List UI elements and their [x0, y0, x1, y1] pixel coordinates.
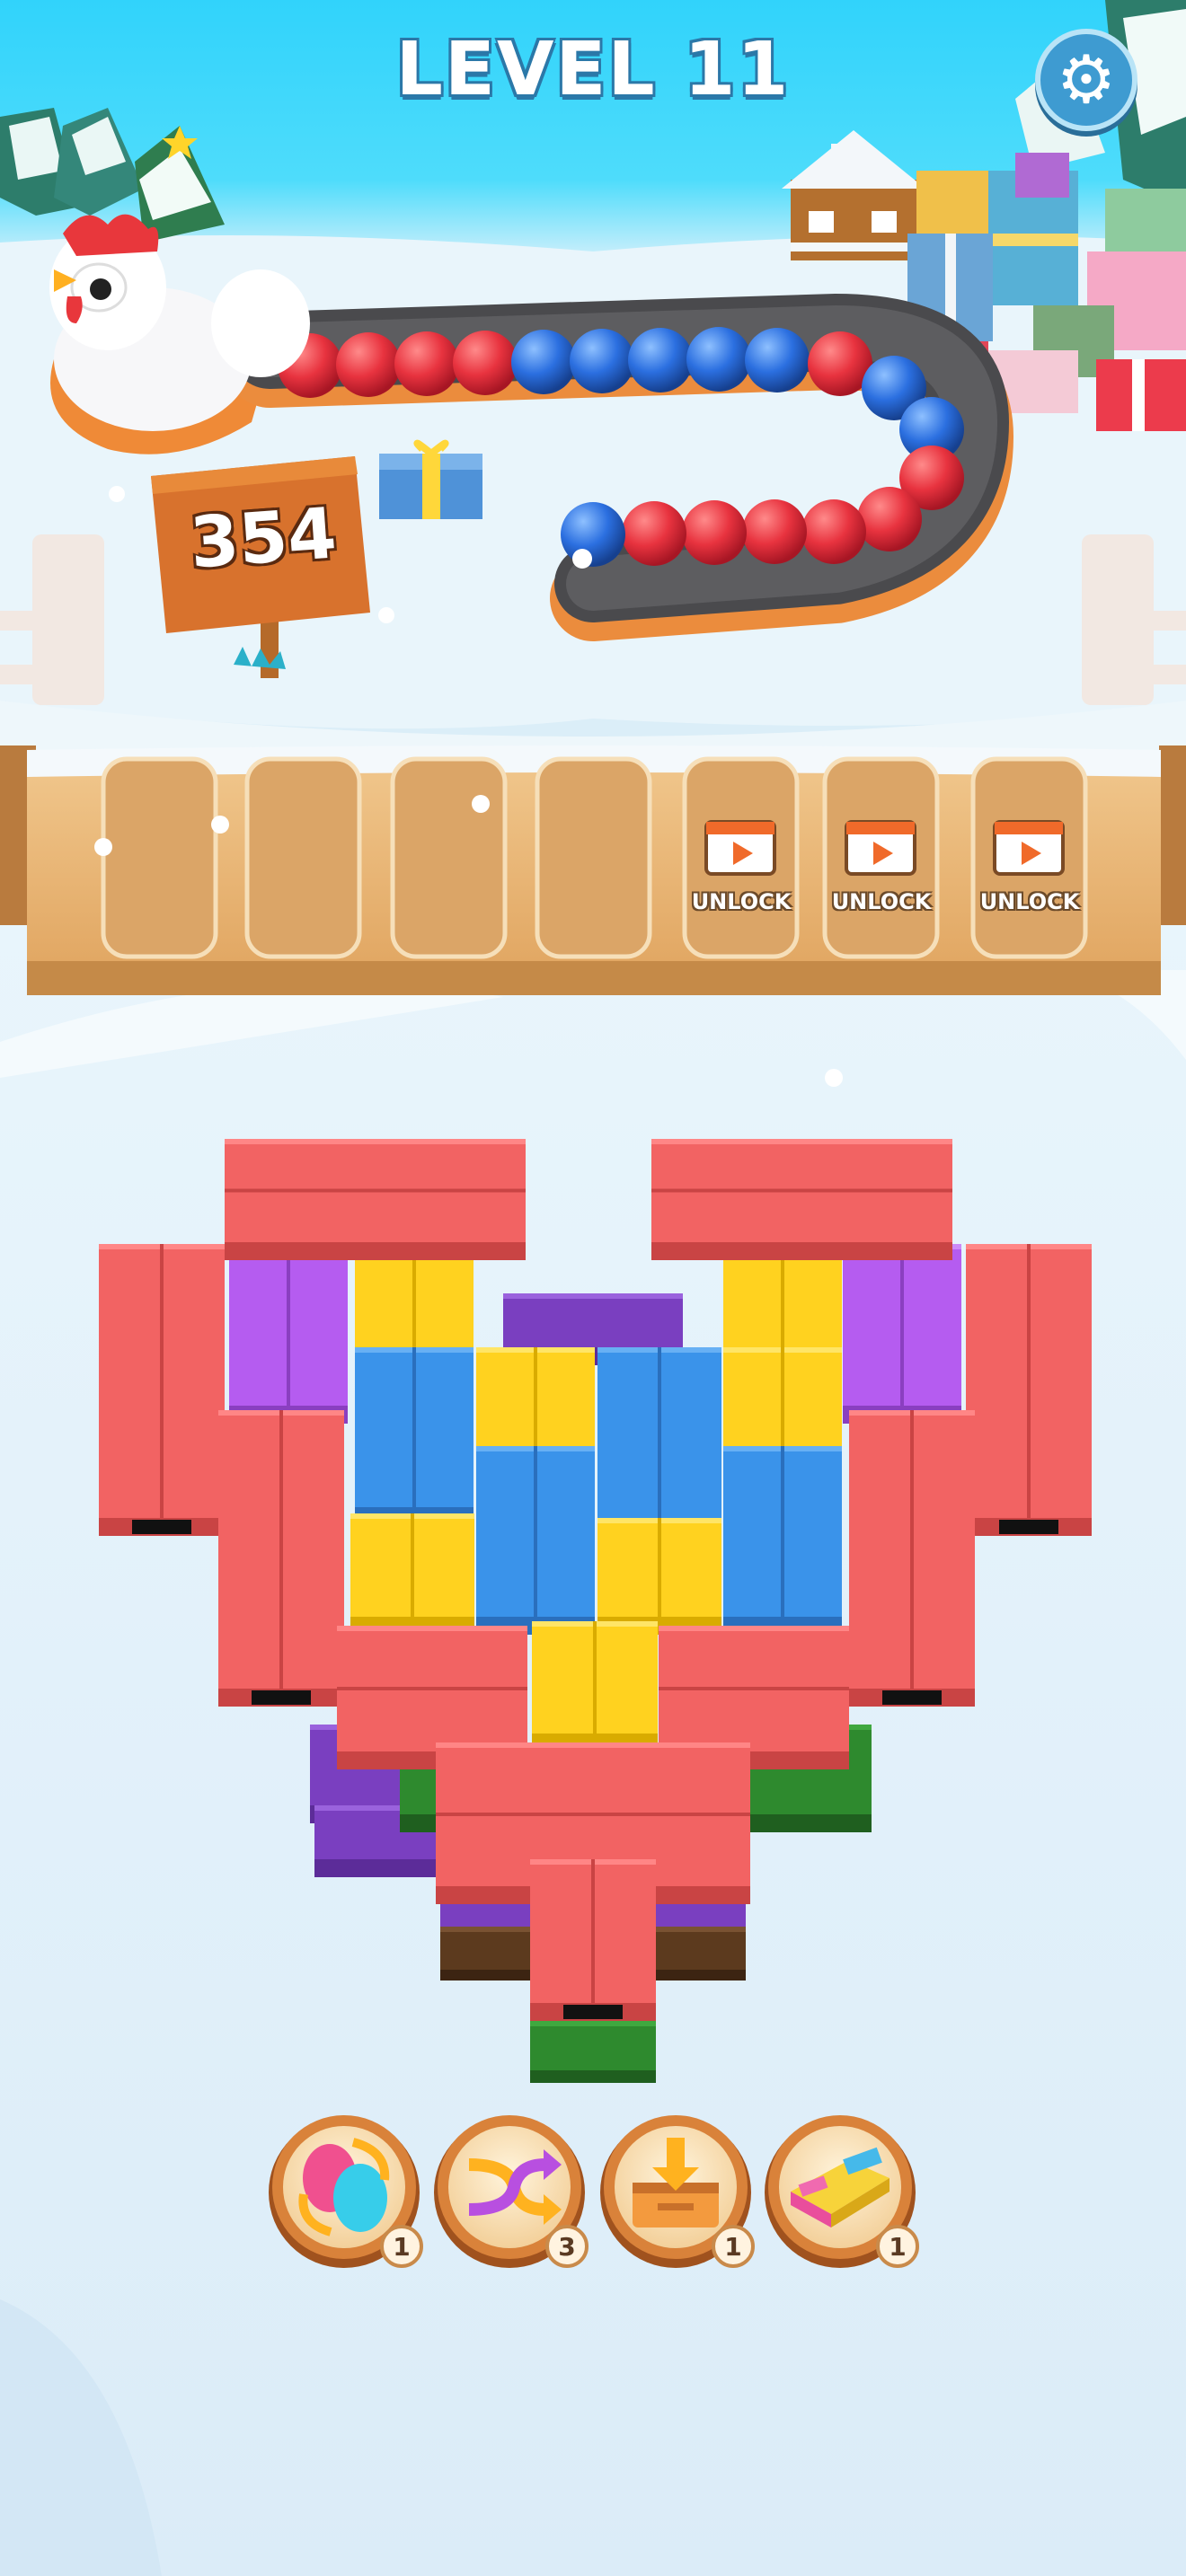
game-scene — [0, 0, 1186, 2576]
christmas-tree-icon — [135, 126, 225, 243]
red-block[interactable] — [530, 1859, 656, 2021]
red-block[interactable] — [99, 1244, 225, 1536]
red-ball — [857, 487, 922, 551]
red-block[interactable] — [651, 1139, 952, 1260]
gear-icon: ⚙ — [1056, 41, 1117, 119]
blue-block[interactable] — [723, 1446, 842, 1635]
unlock-label: UNLOCK — [979, 889, 1080, 914]
empty-slot[interactable] — [535, 756, 652, 959]
blue-block[interactable] — [597, 1347, 721, 1536]
blue-ball — [511, 330, 576, 394]
blue-block[interactable] — [476, 1446, 595, 1635]
blue-ball — [561, 502, 625, 567]
blue-ball — [745, 328, 810, 393]
yellow-block[interactable] — [597, 1518, 721, 1635]
red-ball — [394, 331, 459, 396]
purple-block[interactable] — [229, 1244, 348, 1424]
red-block[interactable] — [218, 1410, 344, 1707]
settings-button[interactable]: ⚙ — [1035, 29, 1137, 131]
yellow-block[interactable] — [532, 1621, 658, 1751]
video-ad-icon — [993, 820, 1065, 876]
unlock-label: UNLOCK — [831, 889, 932, 914]
locked-slot[interactable] — [682, 756, 800, 959]
red-ball — [742, 499, 807, 564]
locked-slot[interactable] — [970, 756, 1088, 959]
blue-ball — [628, 328, 693, 393]
counter-value: 354 — [187, 493, 340, 585]
empty-slot[interactable] — [101, 756, 218, 959]
video-ad-icon — [845, 820, 916, 876]
pine-tree-left — [0, 108, 144, 216]
red-ball — [453, 331, 518, 395]
level-title: LEVEL 11 — [395, 27, 791, 112]
blue-ball — [570, 329, 634, 393]
green-block[interactable] — [530, 2021, 656, 2083]
red-ball — [622, 501, 686, 566]
blue-ball — [686, 327, 751, 392]
booster-bar — [269, 2115, 916, 2268]
booster-count-badge: 3 — [545, 2225, 589, 2268]
unlock-label: UNLOCK — [691, 889, 792, 914]
red-ball — [801, 499, 866, 564]
locked-slot[interactable] — [822, 756, 940, 959]
gingerbread-house — [782, 130, 925, 260]
blue-block[interactable] — [355, 1347, 474, 1525]
purple-block[interactable] — [843, 1244, 961, 1424]
red-block[interactable] — [966, 1244, 1092, 1536]
empty-slot[interactable] — [244, 756, 362, 959]
block-puzzle — [99, 1139, 1092, 2083]
booster-count-badge: 1 — [380, 2225, 423, 2268]
red-ball — [336, 332, 401, 397]
red-block[interactable] — [849, 1410, 975, 1707]
yellow-block[interactable] — [350, 1513, 474, 1635]
video-ad-icon — [704, 820, 776, 876]
booster-count-badge: 1 — [712, 2225, 755, 2268]
red-block[interactable] — [225, 1139, 526, 1260]
empty-slot[interactable] — [390, 756, 508, 959]
booster-count-badge: 1 — [876, 2225, 919, 2268]
red-ball — [682, 500, 747, 565]
gift-box-icon — [379, 439, 482, 519]
slot-row — [101, 756, 1088, 959]
